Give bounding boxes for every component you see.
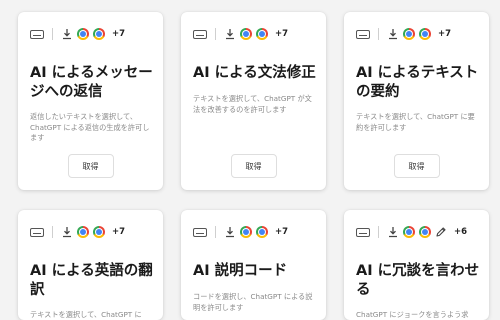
platform-icons: +6 [356,224,467,240]
extension-card-reply[interactable]: +7 AI によるメッセージへの返信 返信したいテキストを選択して、ChatGP… [18,12,163,190]
more-platforms-count: +7 [438,29,452,39]
get-button[interactable]: 取得 [230,154,277,178]
more-platforms-count: +6 [454,227,468,237]
more-platforms-count: +7 [275,29,289,39]
chrome-icon [419,226,431,238]
get-button[interactable]: 取得 [393,154,440,178]
pencil-icon [436,227,446,237]
more-platforms-count: +7 [112,227,126,237]
download-icon [389,29,397,40]
more-platforms-count: +7 [275,227,289,237]
extension-card-joke[interactable]: +6 AI に冗談を言わせる ChatGPT にジョークを言うよう求 [344,210,489,320]
keyboard-icon [356,29,370,39]
download-icon [389,227,397,238]
card-title: AI によるメッセージへの返信 [30,65,153,100]
keyboard-icon [193,29,207,39]
extension-card-translate[interactable]: +7 AI による英語の翻訳 テキストを選択して、ChatGPT に [18,210,163,320]
chrome-icon [240,226,252,238]
card-title: AI による英語の翻訳 [30,263,153,298]
keyboard-icon [30,227,44,237]
divider [52,226,53,238]
chrome-icon [403,28,415,40]
divider [378,226,379,238]
card-title: AI による文法修正 [193,65,316,81]
chrome-icon [403,226,415,238]
chrome-icon [93,28,105,40]
card-title: AI 説明コード [193,263,288,279]
card-description: 返信したいテキストを選択して、ChatGPT による返信の生成を許可します [30,112,150,142]
platform-icons: +7 [356,26,451,42]
chrome-icon [93,226,105,238]
card-description: テキストを選択して、ChatGPT に要約を許可します [356,112,475,132]
divider [378,28,379,40]
card-description: ChatGPT にジョークを言うよう求 [356,310,469,319]
download-icon [226,227,234,238]
keyboard-icon [30,29,44,39]
card-title: AI に冗談を言わせる [356,263,480,298]
divider [52,28,53,40]
platform-icons: +7 [30,26,125,42]
platform-icons: +7 [30,224,125,240]
divider [215,28,216,40]
chrome-icon [77,226,89,238]
chrome-icon [256,28,268,40]
chrome-icon [256,226,268,238]
card-title: AI によるテキストの要約 [356,65,479,100]
chrome-icon [240,28,252,40]
chrome-icon [419,28,431,40]
extension-card-explain-code[interactable]: +7 AI 説明コード コードを選択し、ChatGPT による説明を許可します [181,210,326,320]
card-description: テキストを選択して、ChatGPT が文法を改善するのを許可します [193,94,312,114]
platform-icons: +7 [193,26,288,42]
platform-icons: +7 [193,224,288,240]
card-description: テキストを選択して、ChatGPT に [30,310,142,319]
extension-card-grammar[interactable]: +7 AI による文法修正 テキストを選択して、ChatGPT が文法を改善する… [181,12,326,190]
download-icon [63,29,71,40]
keyboard-icon [356,227,370,237]
download-icon [226,29,234,40]
extension-card-summary[interactable]: +7 AI によるテキストの要約 テキストを選択して、ChatGPT に要約を許… [344,12,489,190]
get-button[interactable]: 取得 [67,154,114,178]
divider [215,226,216,238]
keyboard-icon [193,227,207,237]
more-platforms-count: +7 [112,29,126,39]
chrome-icon [77,28,89,40]
download-icon [63,227,71,238]
